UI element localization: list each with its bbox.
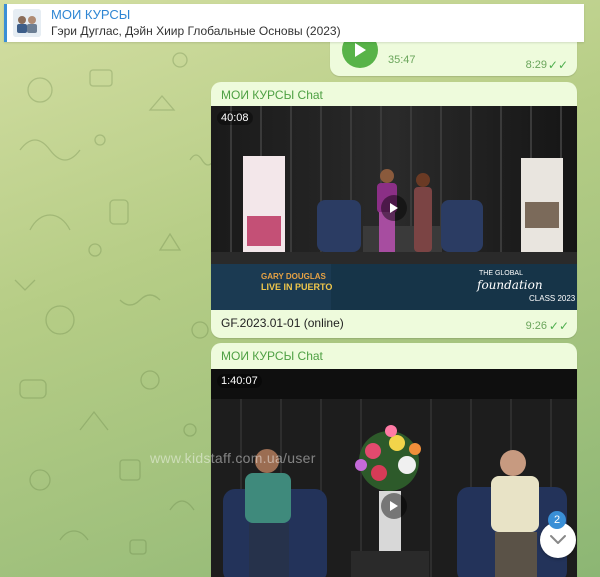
message-time: 9:26 <box>525 320 547 332</box>
message-video-1[interactable]: МОИ КУРСЫ Chat 40:08 GARY DOUGLAS LIVE I… <box>211 82 577 338</box>
unread-count-badge: 2 <box>548 511 566 529</box>
message-sender[interactable]: МОИ КУРСЫ Chat <box>221 349 323 363</box>
video-thumbnail[interactable]: 40:08 GARY DOUGLAS LIVE IN PUERTO THE GL… <box>211 106 577 310</box>
banner-text-left: GARY DOUGLAS <box>261 272 326 281</box>
message-sender[interactable]: МОИ КУРСЫ Chat <box>221 88 323 102</box>
banner-text-right: THE GLOBAL <box>479 270 523 277</box>
banner-text-right-3: CLASS 2023 <box>529 294 576 303</box>
video-caption: GF.2023.01-01 (online) <box>221 316 344 330</box>
banner-text-right-2: foundation <box>477 278 543 292</box>
play-icon <box>355 43 366 57</box>
chevron-down-icon <box>550 535 566 544</box>
read-checkmarks-icon: ✓✓ <box>548 319 569 333</box>
banner-text-left-2: LIVE IN PUERTO <box>261 282 333 292</box>
video-duration: 1:40:07 <box>217 374 262 388</box>
message-time: 8:29 <box>525 59 547 71</box>
audio-duration: 35:47 <box>388 54 416 66</box>
channel-avatar[interactable] <box>13 9 41 37</box>
watermark-text: www.kidstaff.com.ua/user <box>150 450 316 466</box>
stage-scene <box>211 369 577 577</box>
video-play-button[interactable] <box>381 493 407 519</box>
play-icon <box>390 203 398 213</box>
video-duration: 40:08 <box>217 111 253 125</box>
video-play-button[interactable] <box>381 195 407 221</box>
channel-title[interactable]: МОИ КУРСЫ <box>51 7 341 23</box>
read-checkmarks-icon: ✓✓ <box>547 58 568 72</box>
video-thumbnail[interactable]: 1:40:07 <box>211 369 577 577</box>
channel-subtitle: Гэри Дуглас, Дэйн Хиир Глобальные Основы… <box>51 24 341 38</box>
chat-header[interactable]: МОИ КУРСЫ Гэри Дуглас, Дэйн Хиир Глобаль… <box>4 4 584 42</box>
play-icon <box>390 501 398 511</box>
